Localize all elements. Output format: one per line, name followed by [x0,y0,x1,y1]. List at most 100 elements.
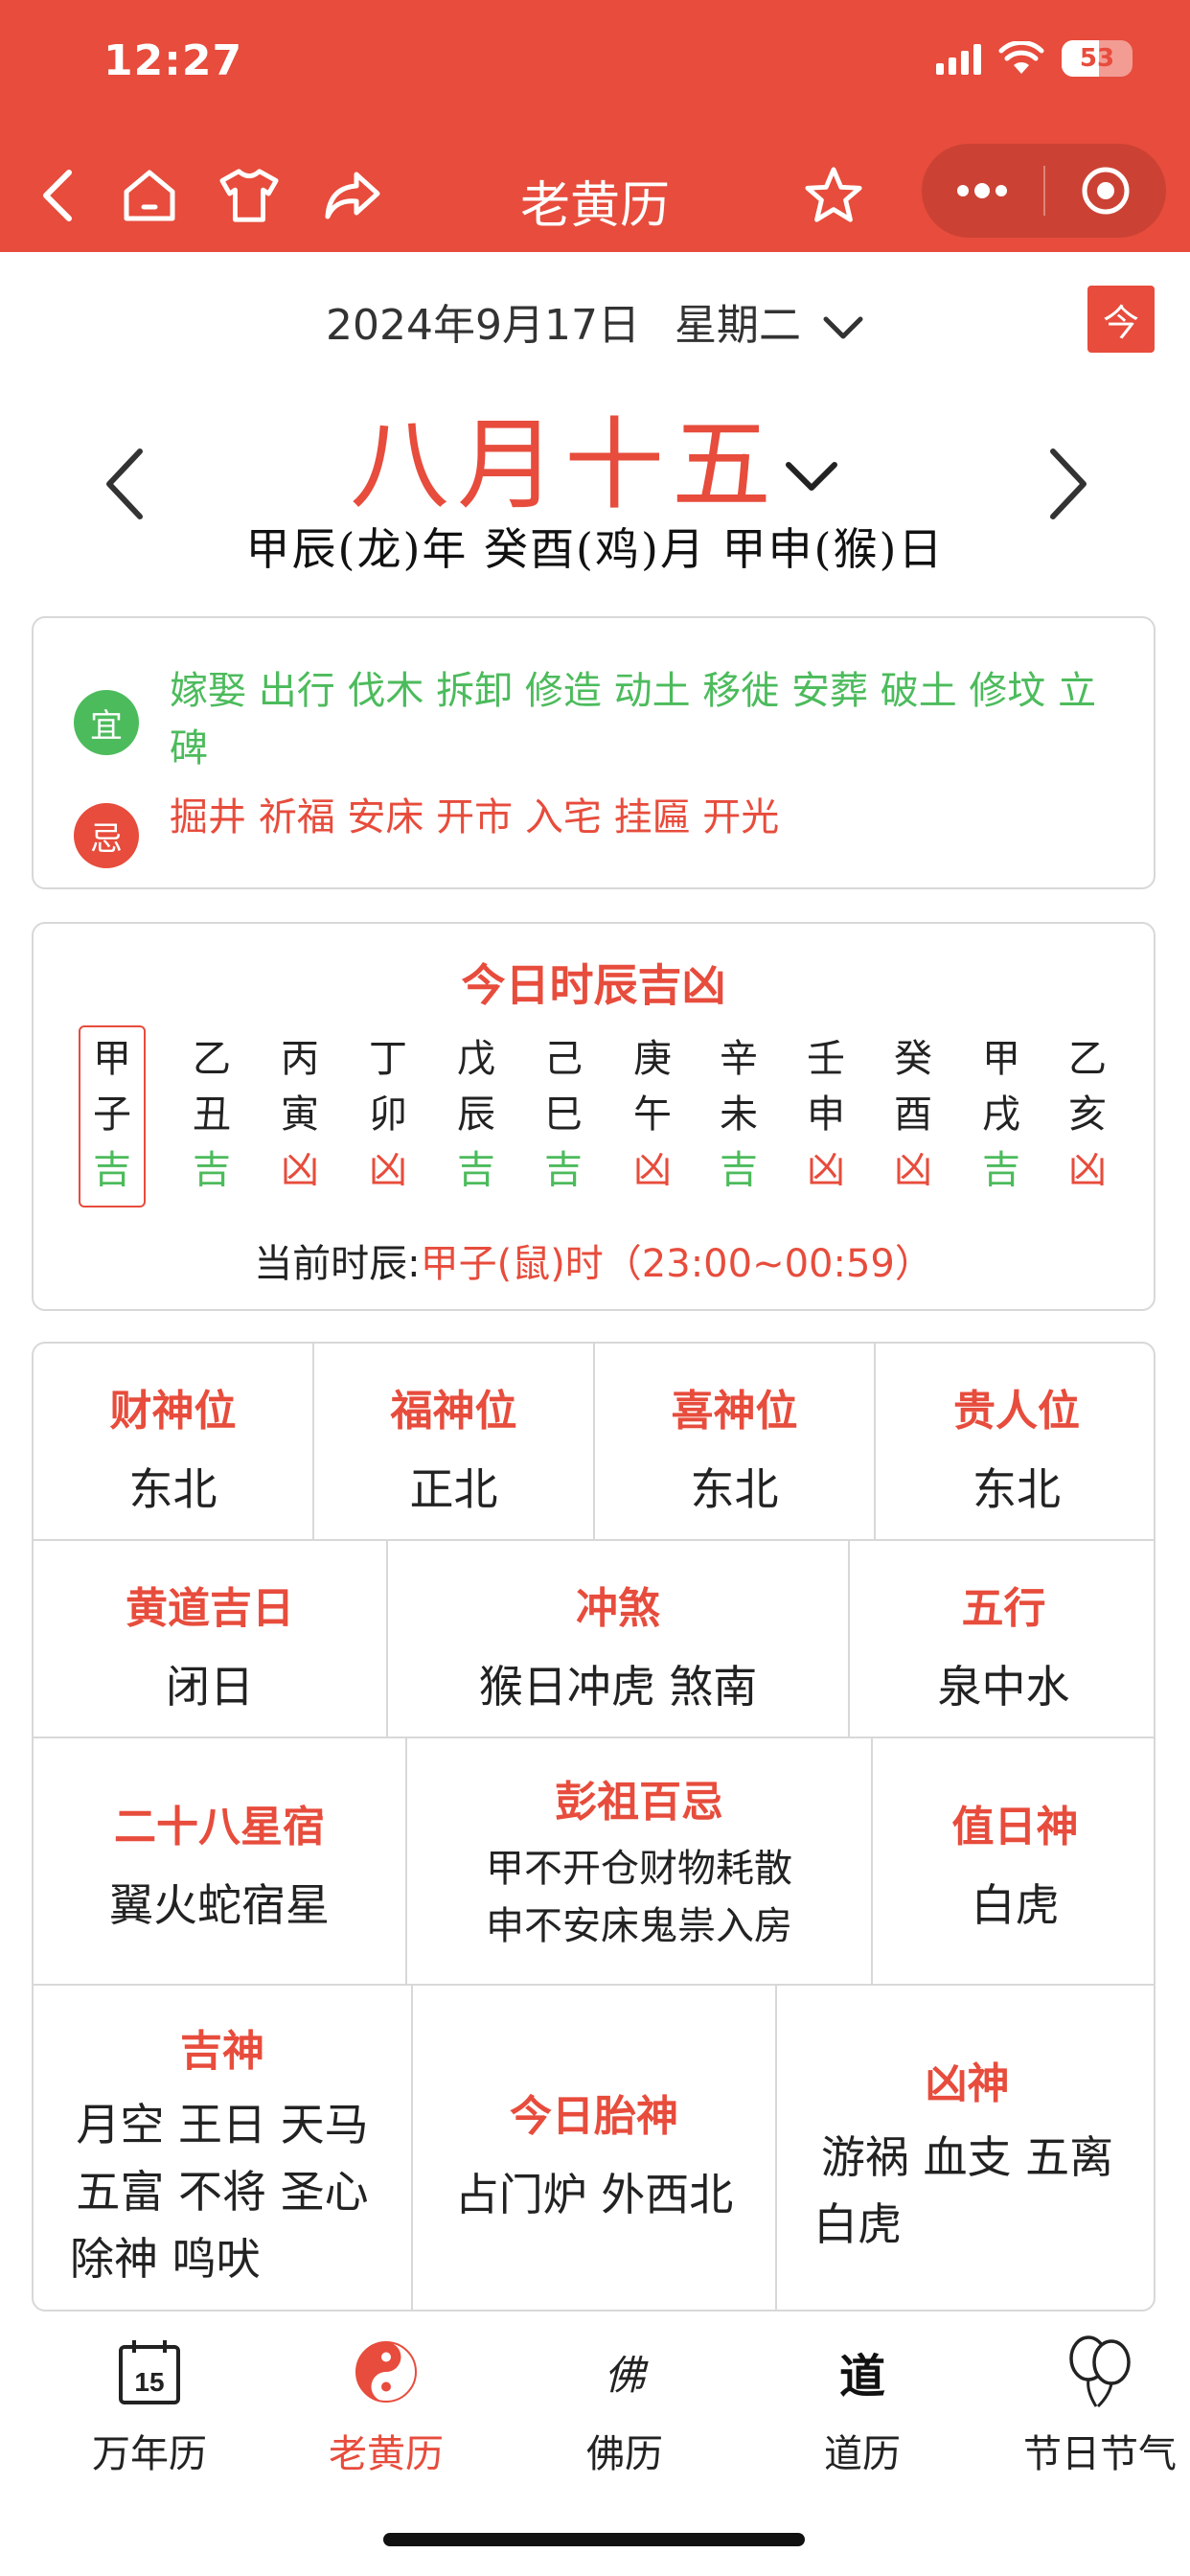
calendar-icon-number: 15 [134,2367,164,2397]
jishen-line2: 五富 不将 圣心 [76,2166,369,2218]
ji-badge: 忌 [74,803,139,868]
fushen-title: 福神位 [390,1387,517,1436]
chongsha-cell[interactable]: 冲煞 猴日冲虎 煞南 [388,1541,850,1736]
hour-branch: 寅 [281,1092,319,1137]
yiji-card[interactable]: 宜 嫁娶 出行 伐木 拆卸 修造 动土 移徙 安葬 破土 修坟 立碑 忌 掘井 … [32,616,1156,889]
hour-column[interactable]: 丁卯凶 [355,1031,422,1192]
hour-luck: 吉 [982,1148,1020,1192]
today-button[interactable]: 今 [1087,286,1155,353]
xiongshen-title: 凶神 [925,2059,1010,2108]
hour-branch: 子 [93,1092,131,1137]
huangdao-value: 闭日 [166,1661,254,1713]
taishen-cell[interactable]: 今日胎神 占门炉 外西北 [413,1986,777,2310]
tab-foli[interactable]: 佛 佛历 [538,2329,711,2478]
fushen-cell[interactable]: 福神位 正北 [314,1344,595,1539]
tab-laohuangli[interactable]: 老黄历 [300,2329,472,2478]
hour-column[interactable]: 庚午凶 [619,1031,686,1192]
huangdao-cell[interactable]: 黄道吉日 闭日 [34,1541,388,1736]
solar-date: 2024年9月17日 [326,301,640,350]
pengzu-cell[interactable]: 彭祖百忌 甲不开仓财物耗散 申不安床鬼祟入房 [407,1738,873,1984]
hour-branch: 午 [633,1092,672,1137]
xingsu-value: 翼火蛇宿星 [109,1879,330,1931]
yi-items: 嫁娶 出行 伐木 拆卸 修造 动土 移徙 安葬 破土 修坟 立碑 [170,669,1097,770]
fushen-value: 正北 [409,1463,498,1515]
hour-stem: 庚 [633,1037,672,1081]
xiongshen-line2: 白虎 [813,2198,902,2250]
chevron-down-icon [783,402,840,519]
caishen-cell[interactable]: 财神位 东北 [34,1344,314,1539]
hour-column[interactable]: 壬申凶 [792,1031,859,1192]
tab-label: 节日节气 [1023,2432,1177,2476]
xiongshen-line1: 游祸 血支 五离 [820,2131,1114,2183]
hour-column[interactable]: 甲戌吉 [968,1031,1035,1192]
current-hour-label: 当前时辰: [254,1242,421,1286]
lunar-date-selector[interactable]: 八月十五 [0,383,1190,528]
zhishen-cell[interactable]: 值日神 白虎 [873,1738,1154,1984]
wuxing-title: 五行 [961,1584,1046,1633]
current-hour-value: 甲子(鼠)时（23:00~00:59） [420,1242,933,1286]
xingsu-cell[interactable]: 二十八星宿 翼火蛇宿星 [34,1738,407,1984]
tab-daoli[interactable]: 道 道历 [776,2329,949,2478]
hour-branch: 申 [807,1092,845,1137]
hour-branch: 酉 [894,1092,932,1137]
more-icon[interactable] [922,144,1043,238]
guiren-title: 贵人位 [953,1387,1080,1436]
hour-column[interactable]: 辛未吉 [705,1031,772,1192]
hour-luck: 凶 [894,1148,932,1192]
hour-stem: 己 [544,1037,583,1081]
chongsha-value: 猴日冲虎 煞南 [478,1661,758,1713]
battery-icon: 53 [1062,40,1133,77]
hour-stem: 乙 [1068,1037,1107,1081]
yi-badge: 宜 [74,690,139,755]
hour-stem: 戊 [457,1037,495,1081]
hour-column[interactable]: 甲子吉 [79,1025,146,1208]
jishen-line1: 月空 王日 天马 [76,2099,369,2150]
current-hour: 当前时辰:甲子(鼠)时（23:00~00:59） [34,1232,1154,1288]
weekday: 星期二 [674,301,801,350]
tab-label: 老黄历 [329,2432,444,2476]
miniapp-capsule [922,144,1166,238]
navbar: 老黄历 [0,144,1190,249]
wuxing-cell[interactable]: 五行 泉中水 [850,1541,1154,1736]
buddha-icon: 佛 [538,2329,711,2415]
close-target-icon[interactable] [1045,144,1167,238]
jishen-title: 吉神 [180,2027,264,2076]
hour-column[interactable]: 丙寅凶 [266,1031,333,1192]
jishen-line3: 除神 鸣吠 [70,2233,261,2285]
xiongshen-cell[interactable]: 凶神 游祸 血支 五离 白虎 [777,1986,1154,2310]
chevron-down-icon [822,304,864,353]
tao-icon-glyph: 道 [838,2350,885,2404]
hour-luck: 凶 [807,1148,845,1192]
hour-column[interactable]: 乙亥凶 [1054,1031,1121,1192]
wuxing-value: 泉中水 [937,1661,1070,1713]
tab-label: 万年历 [92,2432,207,2476]
hours-title: 今日时辰吉凶 [461,959,726,1011]
hour-column[interactable]: 戊辰吉 [443,1031,510,1192]
app-header: 12:27 53 老黄历 [0,0,1190,252]
guiren-cell[interactable]: 贵人位 东北 [876,1344,1154,1539]
solar-date-selector[interactable]: 2024年9月17日 星期二 [0,290,1190,353]
xingsu-title: 二十八星宿 [114,1803,325,1852]
hour-column[interactable]: 乙丑吉 [178,1031,245,1192]
hours-card[interactable]: 今日时辰吉凶 甲子吉乙丑吉丙寅凶丁卯凶戊辰吉己巳吉庚午凶辛未吉壬申凶癸酉凶甲戌吉… [32,922,1156,1311]
chongsha-title: 冲煞 [576,1584,660,1633]
wifi-icon [998,41,1044,74]
pengzu-line1: 甲不开仓财物耗散 [486,1847,792,1891]
balloon-icon [1014,2329,1186,2415]
hour-luck: 吉 [93,1148,131,1192]
jishen-cell[interactable]: 吉神 月空 王日 天马 五富 不将 圣心 除神 鸣吠 [34,1986,413,2310]
tab-jieri[interactable]: 节日节气 [1014,2329,1186,2478]
lunar-date: 八月十五 [349,406,779,523]
yin-yang-icon [300,2329,472,2415]
hour-column[interactable]: 癸酉凶 [880,1031,947,1192]
tab-wannianli[interactable]: 15 万年历 [63,2329,236,2478]
hour-stem: 丙 [281,1037,319,1081]
ganzhi-date: 甲辰(龙)年 癸酉(鸡)月 甲申(猴)日 [245,523,945,575]
favorite-star-icon[interactable] [803,165,864,226]
hour-stem: 丁 [369,1037,407,1081]
hour-luck: 凶 [369,1148,407,1192]
caishen-title: 财神位 [109,1387,237,1436]
hour-column[interactable]: 己巳吉 [530,1031,597,1192]
xishen-cell[interactable]: 喜神位 东北 [595,1344,876,1539]
hour-stem: 乙 [193,1037,231,1081]
